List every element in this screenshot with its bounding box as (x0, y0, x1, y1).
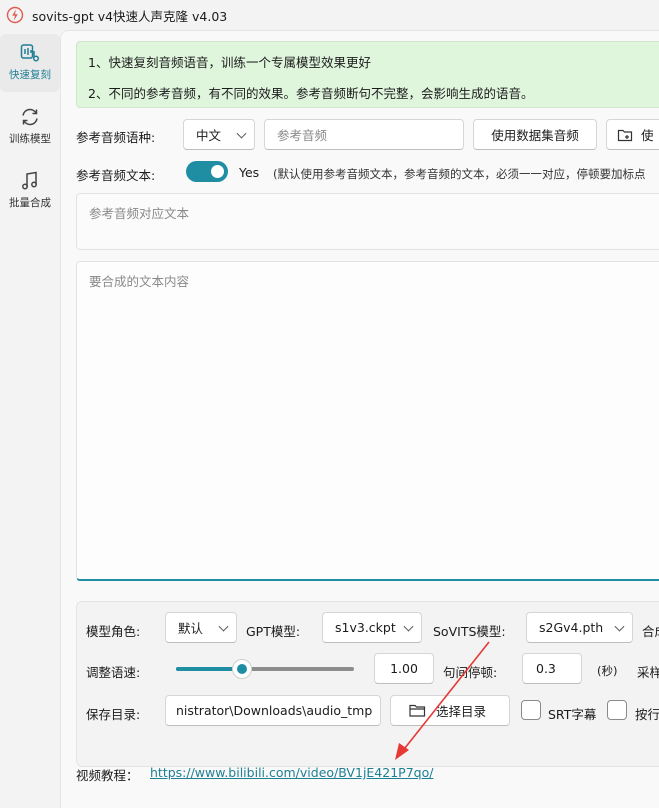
reference-text-placeholder: 参考音频对应文本 (89, 206, 190, 221)
sidebar-item-label: 批量合成 (9, 197, 51, 209)
reference-text-label: 参考音频文本: (76, 168, 156, 183)
model-role-select[interactable]: 默认 (165, 612, 237, 643)
toggle-state-label: Yes (239, 165, 260, 180)
srt-subtitle-checkbox[interactable] (521, 700, 541, 720)
sidebar-item-batch-synthesis[interactable]: 批量合成 (0, 162, 60, 220)
music-note-icon (22, 171, 37, 190)
srt-subtitle-label: SRT字幕 (548, 707, 597, 722)
speed-label: 调整语速: (86, 665, 141, 680)
chevron-down-icon (218, 621, 229, 632)
pause-value-input[interactable]: 0.3 (522, 653, 582, 684)
synthesis-text-placeholder: 要合成的文本内容 (89, 274, 190, 289)
reference-text-hint: (默认使用参考音频文本，参考音频的文本，必须一一对应，停顿要加标点 (273, 167, 646, 181)
save-dir-label: 保存目录: (86, 707, 141, 722)
sovits-model-label: SoVITS模型: (433, 624, 506, 639)
reference-text-input[interactable]: 参考音频对应文本 (76, 193, 659, 250)
voice-clone-icon (20, 44, 40, 62)
pause-unit-label: (秒) (597, 664, 618, 678)
toggle-knob (211, 165, 224, 178)
pause-label: 句间停顿: (443, 665, 498, 680)
choose-dir-label: 选择目录 (436, 704, 487, 719)
chevron-down-icon (236, 128, 247, 139)
speed-value-input[interactable]: 1.00 (374, 653, 434, 684)
reference-language-value: 中文 (196, 128, 222, 143)
synthesis-text-input[interactable]: 要合成的文本内容 (76, 261, 659, 581)
reference-audio-input[interactable]: 参考音频 (264, 119, 464, 150)
title-bar: sovits-gpt v4快速人声克隆 v4.03 (0, 0, 659, 30)
reference-language-label: 参考音频语种: (76, 130, 156, 145)
use-audio-button[interactable]: 使 (606, 119, 659, 150)
main-panel: 1、快速复刻音频语音，训练一个专属模型效果更好 2、不同的参考音频，有不同的效果… (60, 30, 659, 808)
info-line-1: 1、快速复刻音频语音，训练一个专属模型效果更好 (88, 55, 371, 70)
chevron-down-icon (614, 621, 625, 632)
chevron-down-icon (403, 621, 414, 632)
gpt-model-select[interactable]: s1v3.ckpt (322, 612, 422, 643)
speed-slider-thumb[interactable] (232, 659, 252, 679)
reference-language-select[interactable]: 中文 (183, 119, 255, 150)
sidebar-item-label: 快速复刻 (9, 69, 51, 81)
gpt-model-label: GPT模型: (246, 624, 301, 639)
app-logo-icon (6, 6, 24, 24)
sovits-model-value: s2Gv4.pth (539, 620, 604, 635)
folder-add-icon (617, 129, 633, 141)
save-dir-value: nistrator\Downloads\audio_tmp (176, 703, 373, 718)
sampling-label: 采样 (637, 665, 659, 680)
by-line-label: 按行 (635, 707, 659, 722)
sidebar-item-quick-clone[interactable]: 快速复刻 (0, 34, 60, 92)
pause-value: 0.3 (536, 661, 556, 676)
speed-value: 1.00 (390, 661, 418, 676)
choose-dir-button[interactable]: 选择目录 (390, 695, 510, 726)
synthesis-extra-label: 合成 (642, 624, 659, 639)
refresh-icon (22, 108, 38, 126)
info-line-2: 2、不同的参考音频，有不同的效果。参考音频断句不完整，会影响生成的语音。 (88, 86, 534, 101)
gpt-model-value: s1v3.ckpt (335, 620, 396, 635)
use-dataset-audio-button[interactable]: 使用数据集音频 (473, 119, 597, 150)
model-role-label: 模型角色: (86, 624, 141, 639)
use-audio-label: 使 (641, 128, 654, 143)
model-role-value: 默认 (178, 621, 204, 636)
use-dataset-audio-label: 使用数据集音频 (491, 128, 579, 143)
reference-audio-placeholder: 参考音频 (277, 128, 328, 143)
by-line-checkbox[interactable] (607, 700, 627, 720)
folder-icon (409, 704, 426, 717)
sovits-model-select[interactable]: s2Gv4.pth (526, 612, 633, 643)
window-title: sovits-gpt v4快速人声克隆 v4.03 (32, 8, 228, 24)
tutorial-link[interactable]: https://www.bilibili.com/video/BV1jE421P… (150, 765, 433, 780)
sidebar-item-label: 训练模型 (9, 133, 51, 145)
reference-text-toggle[interactable] (186, 161, 228, 182)
sidebar-item-train-model[interactable]: 训练模型 (0, 98, 60, 156)
save-dir-input[interactable]: nistrator\Downloads\audio_tmp (165, 695, 381, 726)
info-banner: 1、快速复刻音频语音，训练一个专属模型效果更好 2、不同的参考音频，有不同的效果… (76, 41, 659, 108)
tutorial-label: 视频教程： (76, 768, 139, 783)
sidebar: 快速复刻 训练模型 批量合成 (0, 30, 60, 808)
